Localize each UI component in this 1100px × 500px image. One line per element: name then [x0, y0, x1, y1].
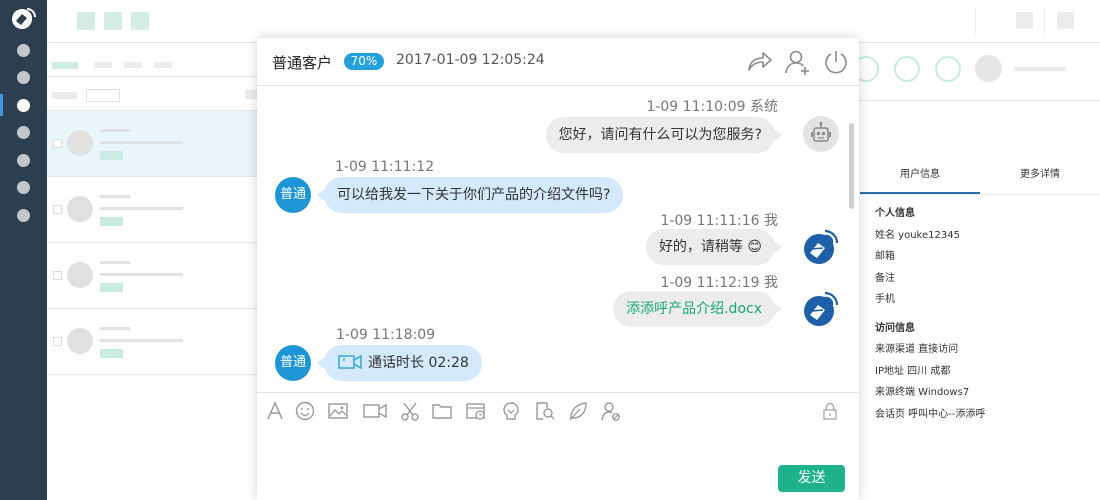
bg-divider: [859, 100, 1100, 101]
user-info-panel: 用户信息 更多详情 个人信息 姓名 youke12345 邮箱 备注 手机 访问…: [860, 155, 1100, 500]
message-bubble: 好的，请稍等 😊: [645, 229, 782, 265]
info-source-terminal: 来源终端 Windows7: [875, 387, 970, 398]
message-bubble: 可以给我发一下关于你们产品的介绍文件吗?: [317, 177, 624, 213]
bg-action-circle: [935, 56, 961, 82]
bg-filter: [245, 90, 257, 99]
power-icon[interactable]: [822, 48, 850, 76]
message-text: 通话时长 02:28: [368, 355, 469, 371]
personal-info-title: 个人信息: [875, 208, 915, 219]
message-composer: 发送: [257, 392, 859, 500]
emoji-icon[interactable]: [294, 400, 316, 422]
bg-filter-box: [86, 89, 120, 102]
customer-avatar: 普通: [275, 345, 311, 381]
search-doc-icon[interactable]: [534, 400, 556, 422]
message-text: 您好，请问有什么可以为您服务?: [558, 127, 762, 143]
user-settings-icon[interactable]: [600, 400, 622, 422]
info-tabs: 用户信息 更多详情: [860, 155, 1100, 195]
visit-info-title: 访问信息: [875, 322, 915, 334]
message-scrollbar[interactable]: [849, 123, 854, 209]
message-bubble: 您好，请问有什么可以为您服务?: [545, 117, 782, 153]
session-datetime: 2017-01-09 12:05:24: [396, 52, 545, 68]
message-meta: 1-09 11:11:12: [335, 159, 435, 175]
bg-toolbar-block: [77, 12, 95, 30]
nav-icon-4[interactable]: [17, 126, 30, 139]
message-text: 可以给我发一下关于你们产品的介绍文件吗?: [337, 187, 611, 203]
add-user-icon[interactable]: [784, 48, 812, 76]
bg-window-button: [1016, 12, 1033, 29]
file-attachment-link[interactable]: 添添呼产品介绍.docx: [626, 301, 762, 317]
active-nav-marker: [0, 94, 3, 116]
history-icon[interactable]: [465, 400, 487, 422]
left-sidebar: [0, 0, 47, 500]
bg-avatar: [975, 55, 1002, 82]
nav-icon-1[interactable]: [17, 44, 30, 57]
video-icon[interactable]: [362, 400, 388, 422]
folder-icon[interactable]: [431, 400, 453, 422]
tab-user-info[interactable]: 用户信息: [860, 155, 980, 194]
info-name: 姓名 youke12345: [875, 229, 960, 241]
nav-icon-3[interactable]: [17, 99, 30, 112]
info-email: 邮箱: [875, 251, 895, 262]
bg-tab: [124, 62, 142, 68]
message-list[interactable]: 1-09 11:10:09 系统 您好，请问有什么可以为您服务? 1-09 11…: [257, 87, 859, 392]
info-session-page: 会话页 呼叫中心--添添呼: [875, 408, 986, 420]
bg-divider: [975, 8, 976, 34]
message-meta: 1-09 11:10:09 系统: [646, 99, 778, 115]
robot-avatar-icon: [803, 116, 839, 152]
bg-name-line: [1014, 67, 1066, 71]
app-logo-icon[interactable]: [10, 6, 37, 30]
score-badge: 70%: [344, 53, 384, 70]
agent-logo-avatar: [804, 229, 839, 264]
chat-header: 普通客户 70% 2017-01-09 12:05:24: [257, 38, 859, 86]
leaf-icon[interactable]: [567, 400, 589, 422]
customer-type-label: 普通客户: [272, 54, 333, 72]
bg-divider: [47, 42, 257, 43]
bg-toolbar-block: [104, 12, 122, 30]
bg-divider: [47, 76, 257, 77]
message-meta: 1-09 11:12:19 我: [660, 275, 778, 291]
image-icon[interactable]: [327, 400, 349, 422]
bg-toolbar-block: [131, 12, 149, 30]
message-bubble: 添添呼产品介绍.docx: [613, 291, 782, 327]
nav-icon-6[interactable]: [17, 181, 30, 194]
nav-icon-2[interactable]: [17, 71, 30, 84]
bg-window-button: [1057, 12, 1074, 29]
bg-tab-active: [52, 62, 78, 69]
bg-tab: [94, 62, 112, 68]
screenshot-icon[interactable]: [399, 400, 421, 422]
bg-action-circle: [894, 56, 920, 82]
smile-emoji-icon: 😊: [747, 239, 762, 255]
tab-more-details[interactable]: 更多详情: [980, 155, 1100, 194]
transfer-icon[interactable]: [745, 48, 773, 76]
font-icon[interactable]: [264, 400, 286, 422]
send-button[interactable]: 发送: [778, 465, 845, 492]
nav-icon-5[interactable]: [17, 154, 30, 167]
message-meta: 1-09 11:11:16 我: [660, 213, 778, 229]
chat-window: 普通客户 70% 2017-01-09 12:05:24 1-09 11:10:…: [257, 38, 859, 500]
bg-divider: [1044, 8, 1045, 34]
info-note: 备注: [875, 272, 895, 284]
info-ip-address: IP地址 四川 成都: [875, 365, 951, 377]
bg-divider: [859, 42, 1100, 43]
bg-tab: [154, 62, 172, 68]
nav-icon-7[interactable]: [17, 209, 30, 222]
info-phone: 手机: [875, 294, 895, 305]
info-source-channel: 来源渠道 直接访问: [875, 344, 959, 355]
agent-logo-avatar: [804, 291, 839, 326]
knowledge-icon[interactable]: [500, 400, 522, 422]
info-body: 个人信息 姓名 youke12345 邮箱 备注 手机 访问信息 来源渠道 直接…: [860, 195, 1100, 425]
message-meta: 1-09 11:18:09: [336, 327, 436, 343]
video-call-icon: [338, 354, 362, 370]
message-bubble: 通话时长 02:28: [317, 345, 482, 381]
bg-filter: [52, 92, 77, 99]
lock-icon[interactable]: [819, 400, 841, 422]
customer-avatar: 普通: [275, 177, 311, 213]
message-text: 好的，请稍等: [658, 239, 748, 255]
